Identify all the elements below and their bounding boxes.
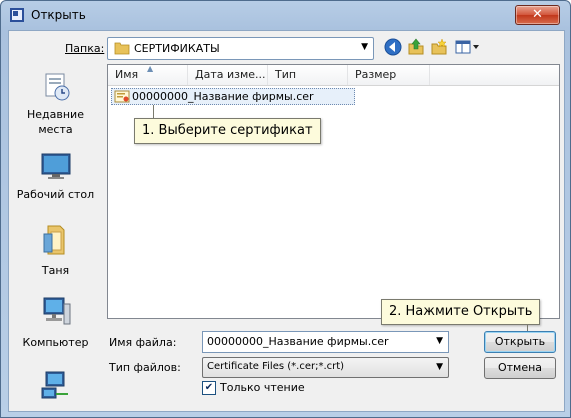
filetype-select[interactable]: Certificate Files (*.cer;*.crt) ▼ bbox=[202, 357, 449, 378]
filename-label: Имя файла: bbox=[109, 336, 177, 349]
hint-select-certificate: 1. Выберите сертификат bbox=[134, 118, 321, 144]
new-folder-icon[interactable] bbox=[429, 37, 449, 57]
filetype-label: Тип файлов: bbox=[109, 361, 181, 374]
chevron-down-icon[interactable]: ▼ bbox=[436, 336, 443, 346]
back-icon[interactable] bbox=[383, 37, 403, 57]
up-folder-icon[interactable] bbox=[406, 37, 426, 57]
place-computer[interactable]: Компьютер bbox=[9, 294, 102, 350]
folder-icon bbox=[114, 42, 130, 55]
file-list[interactable]: Имя ▲ Дата изме... Тип Размер 00000000_Н… bbox=[107, 64, 560, 319]
open-button[interactable]: Открыть bbox=[484, 331, 556, 353]
lookin-combo[interactable]: СЕРТИФИКАТЫ ▼ bbox=[107, 37, 374, 60]
column-size[interactable]: Размер bbox=[348, 65, 430, 85]
open-file-dialog: Открыть ✕ Папка: СЕРТИФИКАТЫ ▼ Недавние … bbox=[0, 0, 571, 418]
place-label: Недавние места bbox=[27, 108, 84, 136]
sort-ascending-icon: ▲ bbox=[147, 64, 154, 73]
desktop-icon bbox=[41, 153, 70, 179]
column-header: Имя ▲ Дата изме... Тип Размер bbox=[108, 64, 559, 86]
view-menu-icon[interactable] bbox=[453, 37, 481, 57]
place-label: Компьютер bbox=[22, 336, 89, 349]
place-label: Рабочий стол bbox=[16, 188, 95, 201]
column-type[interactable]: Тип bbox=[268, 65, 348, 85]
chevron-down-icon: ▼ bbox=[361, 42, 368, 52]
filetype-value: Certificate Files (*.cer;*.crt) bbox=[207, 361, 345, 372]
hint-click-open: 2. Нажмите Открыть bbox=[381, 299, 541, 325]
network-icon bbox=[41, 371, 68, 399]
user-folder-icon bbox=[43, 225, 64, 255]
place-recent[interactable]: Недавние места bbox=[9, 70, 102, 137]
file-name: 00000000_Название фирмы.cer bbox=[132, 90, 314, 103]
chevron-down-icon: ▼ bbox=[436, 362, 443, 372]
computer-icon bbox=[43, 297, 70, 325]
place-user[interactable]: Таня bbox=[9, 220, 102, 278]
cancel-button[interactable]: Отмена bbox=[484, 357, 556, 379]
lookin-label: Папка: bbox=[65, 42, 105, 55]
recent-places-icon bbox=[45, 73, 69, 101]
filename-field[interactable]: 00000000_Название фирмы.cer ▼ bbox=[202, 331, 449, 353]
dialog-body: Папка: СЕРТИФИКАТЫ ▼ Недавние места Рабо… bbox=[8, 30, 565, 412]
checkbox-checked-icon[interactable]: ✔ bbox=[202, 381, 216, 395]
place-desktop[interactable]: Рабочий стол bbox=[9, 150, 102, 202]
place-label: Таня bbox=[41, 264, 70, 277]
certificate-icon bbox=[114, 90, 130, 103]
window-title: Открыть bbox=[31, 8, 86, 22]
filename-value: 00000000_Название фирмы.cer bbox=[207, 335, 389, 348]
close-button[interactable]: ✕ bbox=[515, 5, 560, 25]
title-bar[interactable]: Открыть ✕ bbox=[1, 1, 570, 29]
column-date[interactable]: Дата изме... bbox=[188, 65, 268, 85]
lookin-value: СЕРТИФИКАТЫ bbox=[134, 42, 220, 55]
readonly-label: Только чтение bbox=[220, 381, 305, 394]
list-item[interactable]: 00000000_Название фирмы.cer bbox=[111, 88, 355, 105]
places-bar: Недавние места Рабочий стол Таня Компьют… bbox=[9, 62, 102, 410]
column-name[interactable]: Имя ▲ bbox=[108, 64, 188, 85]
dialog-app-icon bbox=[10, 8, 24, 22]
place-network[interactable] bbox=[9, 370, 102, 405]
